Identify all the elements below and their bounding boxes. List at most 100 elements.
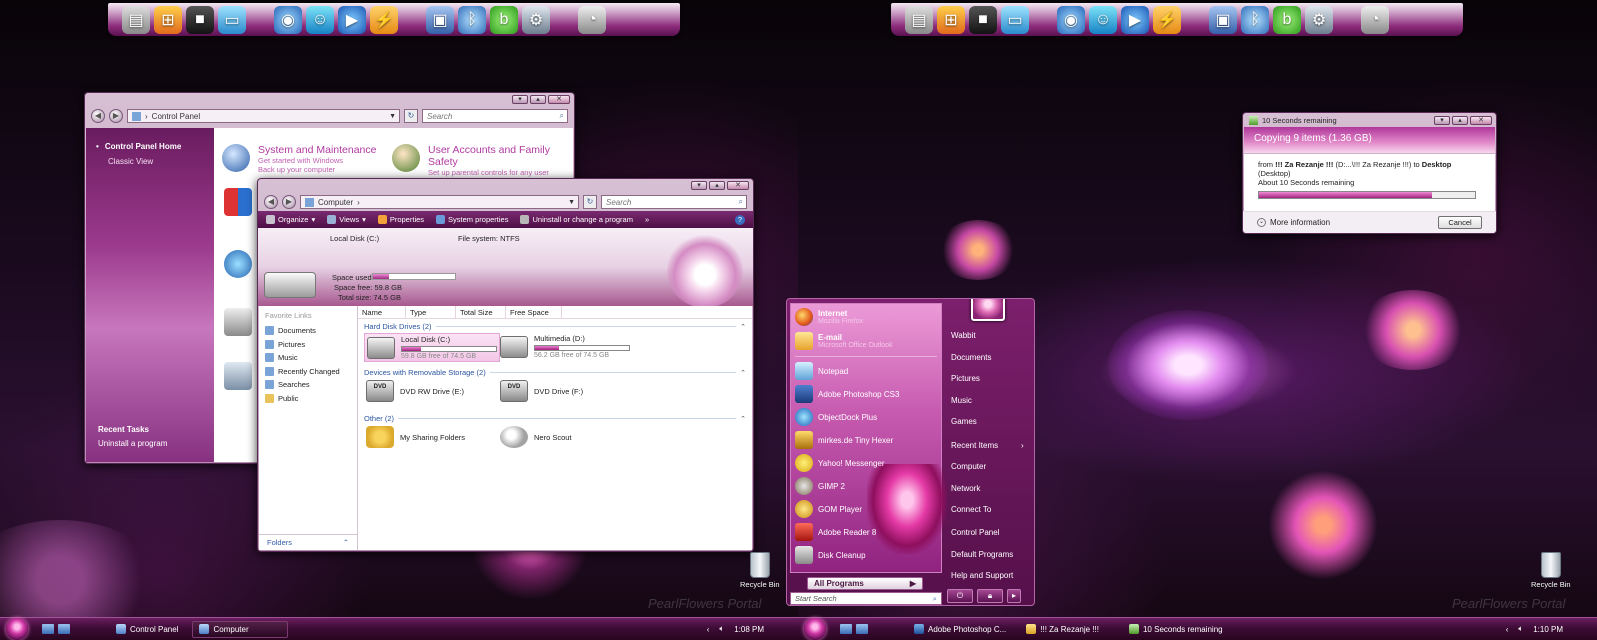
category-title[interactable]: User Accounts and Family Safety [428, 144, 558, 168]
globe-icon[interactable]: ◉ [1057, 5, 1085, 34]
monitor-icon[interactable]: ▭ [1001, 5, 1029, 34]
close-button[interactable]: ✕ [548, 95, 570, 104]
b-app-icon[interactable]: b [490, 5, 518, 34]
satellite-icon[interactable]: ◔ [578, 5, 606, 34]
recent-program[interactable]: ObjectDock Plus [795, 408, 877, 426]
globe-icon[interactable]: ◉ [274, 5, 302, 34]
tools-icon[interactable]: ⚙ [1305, 5, 1333, 34]
column-header-type[interactable]: Type [406, 306, 456, 318]
category-user-accounts[interactable]: User Accounts and Family Safety Set up p… [392, 144, 558, 177]
category-title[interactable]: System and Maintenance [258, 144, 376, 156]
properties-button[interactable]: Properties [377, 215, 424, 224]
place-item[interactable]: Wabbit [951, 331, 976, 340]
drive-item[interactable]: DVD DVD RW Drive (E:) [366, 380, 464, 402]
place-item[interactable]: Connect To [951, 505, 991, 514]
pinned-item-internet[interactable]: Internet Mozilla Firefox [795, 308, 863, 326]
clock[interactable]: 1:10 PM [1533, 625, 1563, 634]
group-other[interactable]: Other (2) ⌃ [364, 414, 746, 423]
close-button[interactable]: ✕ [727, 181, 749, 190]
bluetooth-icon[interactable]: ᛒ [458, 5, 486, 34]
search-icon[interactable]: ⌕ [560, 111, 564, 121]
minimize-button[interactable]: ▾ [1434, 115, 1450, 125]
recent-program[interactable]: Adobe Reader 8 [795, 523, 876, 541]
search-input[interactable]: Search ⌕ [422, 109, 568, 123]
category-link[interactable]: Set up parental controls for any user [428, 168, 558, 177]
recent-program[interactable]: GIMP 2 [795, 477, 845, 495]
start-orb[interactable] [804, 618, 826, 640]
uninstall-button[interactable]: Uninstall or change a program [520, 215, 633, 224]
favorite-link[interactable]: Documents [265, 324, 351, 338]
windows-icon[interactable]: ⊞ [154, 5, 182, 34]
place-item[interactable]: Help and Support [951, 571, 1013, 580]
address-bar[interactable]: › Control Panel ▼ [127, 109, 400, 123]
start-search-input[interactable]: Start Search ⌕ [790, 592, 942, 605]
chevron-down-icon[interactable]: ⌄ [1257, 218, 1266, 227]
category-system-maintenance[interactable]: System and Maintenance Get started with … [222, 144, 376, 174]
switch-windows-icon[interactable] [856, 624, 868, 634]
back-button[interactable]: ◀ [264, 195, 278, 209]
favorite-link[interactable]: Public [265, 392, 351, 406]
refresh-button[interactable]: ↻ [583, 195, 597, 209]
folders-toggle[interactable]: Folders ⌃ [259, 534, 357, 550]
media-icon[interactable]: ■ [186, 5, 214, 34]
lock-button[interactable]: 🔒︎ [977, 589, 1003, 603]
recycle-bin[interactable]: Recycle Bin [1531, 552, 1571, 589]
recent-program[interactable]: Adobe Photoshop CS3 [795, 385, 899, 403]
back-button[interactable]: ◀ [91, 109, 105, 123]
place-item[interactable]: Control Panel [951, 528, 999, 537]
forward-button[interactable]: ▶ [109, 109, 123, 123]
sidebar-item-home[interactable]: • Control Panel Home [96, 142, 204, 151]
column-header-total-size[interactable]: Total Size [456, 306, 506, 318]
media-icon[interactable]: ■ [969, 5, 997, 34]
maximize-button[interactable]: ▴ [530, 95, 546, 104]
drive-item[interactable]: Multimedia (D:) 56.2 GB free of 74.5 GB [500, 334, 630, 359]
volume-icon[interactable]: 🔈︎ [719, 624, 724, 634]
recycle-bin[interactable]: Recycle Bin [740, 552, 780, 589]
picture-icon[interactable]: ▣ [426, 5, 454, 34]
show-desktop-icon[interactable] [42, 624, 54, 634]
taskbar-button[interactable]: !!! Za Rezanje !!! [1020, 621, 1105, 638]
play-icon[interactable]: ▶ [1121, 5, 1149, 34]
taskbar-button[interactable]: Adobe Photoshop C... [908, 621, 1012, 638]
category-link[interactable]: Back up your computer [258, 165, 376, 174]
clock[interactable]: 1:08 PM [734, 625, 764, 634]
favorite-link[interactable]: Recently Changed [265, 365, 351, 379]
messenger-icon[interactable]: ☺ [1089, 5, 1117, 34]
network-icon[interactable] [224, 250, 252, 278]
dropdown-arrow-icon[interactable]: ▼ [568, 199, 575, 206]
recent-program[interactable]: mirkes.de Tiny Hexer [795, 431, 893, 449]
shutdown-options-button[interactable]: ▸ [1007, 589, 1021, 603]
place-item[interactable]: Pictures [951, 374, 980, 383]
more-information-toggle[interactable]: More information [1270, 218, 1330, 227]
all-programs-button[interactable]: All Programs ▶ [807, 577, 923, 590]
messenger-icon[interactable]: ☺ [306, 5, 334, 34]
help-button[interactable]: ? [735, 214, 745, 225]
volume-icon[interactable]: 🔈︎ [1518, 624, 1523, 634]
place-item-recent-items[interactable]: Recent Items › [951, 441, 1024, 450]
recent-program[interactable]: Yahoo! Messenger [795, 454, 885, 472]
search-input[interactable]: Search ⌕ [601, 195, 747, 209]
place-item[interactable]: Music [951, 396, 972, 405]
taskbar-button[interactable]: Control Panel [110, 621, 184, 638]
programs-icon[interactable] [224, 362, 252, 390]
address-bar[interactable]: Computer › ▼ [300, 195, 579, 209]
maximize-button[interactable]: ▴ [709, 181, 725, 190]
picture-icon[interactable]: ▣ [1209, 5, 1237, 34]
bluetooth-icon[interactable]: ᛒ [1241, 5, 1269, 34]
recent-task-uninstall[interactable]: Uninstall a program [98, 439, 167, 448]
show-desktop-icon[interactable] [840, 624, 852, 634]
column-header-free-space[interactable]: Free Space [506, 306, 562, 318]
dropdown-arrow-icon[interactable]: ▼ [389, 113, 396, 120]
chevron-left-icon[interactable]: ‹ [707, 625, 710, 634]
place-item[interactable]: Documents [951, 353, 991, 362]
satellite-icon[interactable]: ◔ [1361, 5, 1389, 34]
security-shield-icon[interactable] [224, 188, 252, 216]
taskbar-button[interactable]: Computer [192, 620, 289, 638]
lightning-icon[interactable]: ⚡ [370, 5, 398, 34]
more-commands-button[interactable]: » [645, 215, 649, 224]
power-button[interactable]: ⏻ [947, 589, 973, 603]
folder-item[interactable]: Nero Scout [500, 426, 572, 448]
files-icon[interactable]: ▤ [122, 5, 150, 34]
forward-button[interactable]: ▶ [282, 195, 296, 209]
chevron-left-icon[interactable]: ‹ [1506, 625, 1509, 634]
